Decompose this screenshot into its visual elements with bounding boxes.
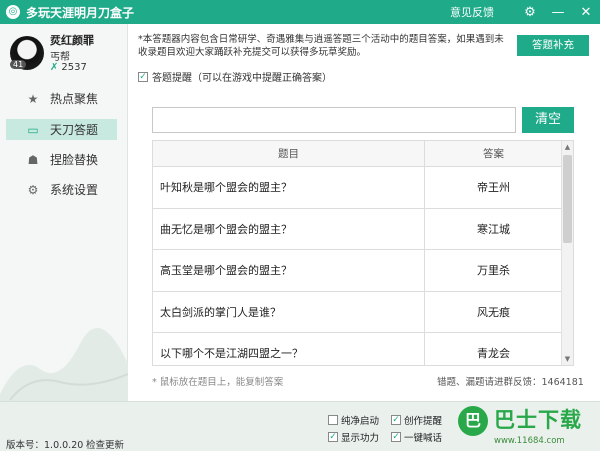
watermark-url: www.11684.com <box>494 436 565 446</box>
creation-reminder-checkbox[interactable]: ✓ <box>391 415 401 425</box>
show-power-checkbox[interactable]: ✓ <box>328 432 338 442</box>
qa-table: 题目 答案 叶知秋是哪个盟会的盟主？ 帝王州 曲无忆是哪个盟会的盟主？ 寒江城 … <box>152 140 574 366</box>
check-update-link[interactable]: 检查更新 <box>86 437 124 451</box>
question-cell[interactable]: 以下哪个不是江湖四盟之一？ <box>153 333 425 365</box>
supplement-answer-button[interactable]: 答题补充 <box>517 35 589 56</box>
option-label: 纯净启动 <box>341 416 380 427</box>
app-title: 多玩天涯明月刀盒子 <box>26 5 135 20</box>
sidebar-item-label: 捏脸替换 <box>50 153 99 167</box>
answer-cell: 寒江城 <box>477 222 510 236</box>
option-one-click-shout[interactable]: ✓ 一键喊话 <box>391 430 442 444</box>
table-row[interactable]: 叶知秋是哪个盟会的盟主？ 帝王州 <box>153 167 573 209</box>
title-bar: ◎ 多玩天涯明月刀盒子 意见反馈 ⚙ — ✕ <box>0 0 600 24</box>
star-icon: ★ <box>27 91 39 106</box>
feedback-group-info: 错题、漏题请进群反馈：1464181 <box>437 377 584 388</box>
sword-icon: ✗ <box>50 62 59 73</box>
scroll-thumb[interactable] <box>563 155 572 243</box>
table-row[interactable]: 曲无忆是哪个盟会的盟主？ 寒江城 <box>153 208 573 250</box>
site-watermark: 巴 巴士下载 www.11684.com <box>458 404 600 450</box>
question-cell[interactable]: 曲无忆是哪个盟会的盟主？ <box>153 208 425 249</box>
user-name: 烎红颜罪 <box>50 34 94 47</box>
sidebar-item-hotspot[interactable]: ★ 热点聚焦 <box>6 88 117 109</box>
quiz-panel: *本答题器内容包含日常研学、奇遇雅集与逍遥答题三个活动中的题目答案，如果遇到未收… <box>128 24 600 401</box>
avatar[interactable]: 41 <box>10 36 44 70</box>
search-input[interactable] <box>152 107 516 133</box>
question-cell[interactable]: 太白剑派的掌门人是谁？ <box>153 291 425 332</box>
notice-text: *本答题器内容包含日常研学、奇遇雅集与逍遥答题三个活动中的题目答案，如果遇到未收… <box>138 34 504 58</box>
option-label: 一键喊话 <box>404 433 443 444</box>
option-creation-reminder[interactable]: ✓ 创作提醒 <box>391 413 442 427</box>
clean-start-checkbox[interactable] <box>328 415 338 425</box>
sidebar-item-label: 天刀答题 <box>50 123 99 137</box>
question-cell[interactable]: 高玉堂是哪个盟会的盟主？ <box>153 250 425 291</box>
table-row[interactable]: 高玉堂是哪个盟会的盟主？ 万里杀 <box>153 250 573 292</box>
option-label: 创作提醒 <box>404 416 443 427</box>
table-scrollbar[interactable]: ▲ ▼ <box>561 141 573 365</box>
answer-cell: 万里杀 <box>477 264 510 278</box>
table-header: 题目 答案 <box>153 141 573 167</box>
sidebar-item-label: 系统设置 <box>50 183 99 197</box>
close-button[interactable]: ✕ <box>572 5 600 20</box>
watermark-logo-icon: 巴 <box>458 406 488 436</box>
hint-checkbox[interactable]: ✓ <box>138 71 148 82</box>
question-cell[interactable]: 叶知秋是哪个盟会的盟主？ <box>153 167 425 208</box>
user-score-value: 2537 <box>61 62 87 73</box>
version-label: 版本号：1.0.0.20 <box>6 440 84 451</box>
answer-cell: 风无痕 <box>477 305 510 319</box>
scroll-down-icon[interactable]: ▼ <box>562 353 573 365</box>
user-guild: 丐帮 <box>50 52 70 63</box>
scroll-up-icon[interactable]: ▲ <box>562 141 573 153</box>
sidebar: 41 烎红颜罪 丐帮 ✗ 2537 ★ 热点聚焦 ▭ 天刀答题 ☗ 捏脸替换 ⚙ … <box>0 24 128 401</box>
sidebar-item-quiz[interactable]: ▭ 天刀答题 <box>6 119 117 140</box>
copy-tip: * 鼠标放在题目上，能复制答案 <box>152 377 284 388</box>
hint-label: 答题提醒（可以在游戏中提醒正确答案） <box>152 73 332 84</box>
one-click-shout-checkbox[interactable]: ✓ <box>391 432 401 442</box>
table-row[interactable]: 太白剑派的掌门人是谁？ 风无痕 <box>153 291 573 333</box>
feedback-link[interactable]: 意见反馈 <box>450 4 494 20</box>
sidebar-item-face-swap[interactable]: ☗ 捏脸替换 <box>6 149 117 170</box>
clear-button[interactable]: 清空 <box>522 107 574 133</box>
screen-icon: ▭ <box>27 122 39 137</box>
option-label: 显示功力 <box>341 433 380 444</box>
answer-cell: 帝王州 <box>477 181 510 195</box>
sidebar-item-label: 热点聚焦 <box>50 92 99 106</box>
app-logo-icon: ◎ <box>6 5 20 19</box>
gear-icon[interactable]: ⚙ <box>516 5 544 20</box>
user-score: ✗ 2537 <box>50 62 87 73</box>
minimize-button[interactable]: — <box>544 5 572 20</box>
gear-icon: ⚙ <box>27 182 39 197</box>
ink-painting-decoration <box>0 328 128 401</box>
option-show-power[interactable]: ✓ 显示功力 <box>328 430 379 444</box>
hint-option[interactable]: ✓ 答题提醒（可以在游戏中提醒正确答案） <box>138 69 332 84</box>
column-header-answer: 答案 <box>483 148 504 160</box>
answer-cell: 青龙会 <box>477 347 510 361</box>
sidebar-item-settings[interactable]: ⚙ 系统设置 <box>6 179 117 200</box>
option-clean-start[interactable]: 纯净启动 <box>328 413 379 427</box>
mask-icon: ☗ <box>27 152 39 167</box>
watermark-title: 巴士下载 <box>494 408 582 432</box>
level-badge: 41 <box>10 60 27 69</box>
table-row[interactable]: 以下哪个不是江湖四盟之一？ 青龙会 <box>153 333 573 365</box>
column-header-question: 题目 <box>153 141 425 166</box>
